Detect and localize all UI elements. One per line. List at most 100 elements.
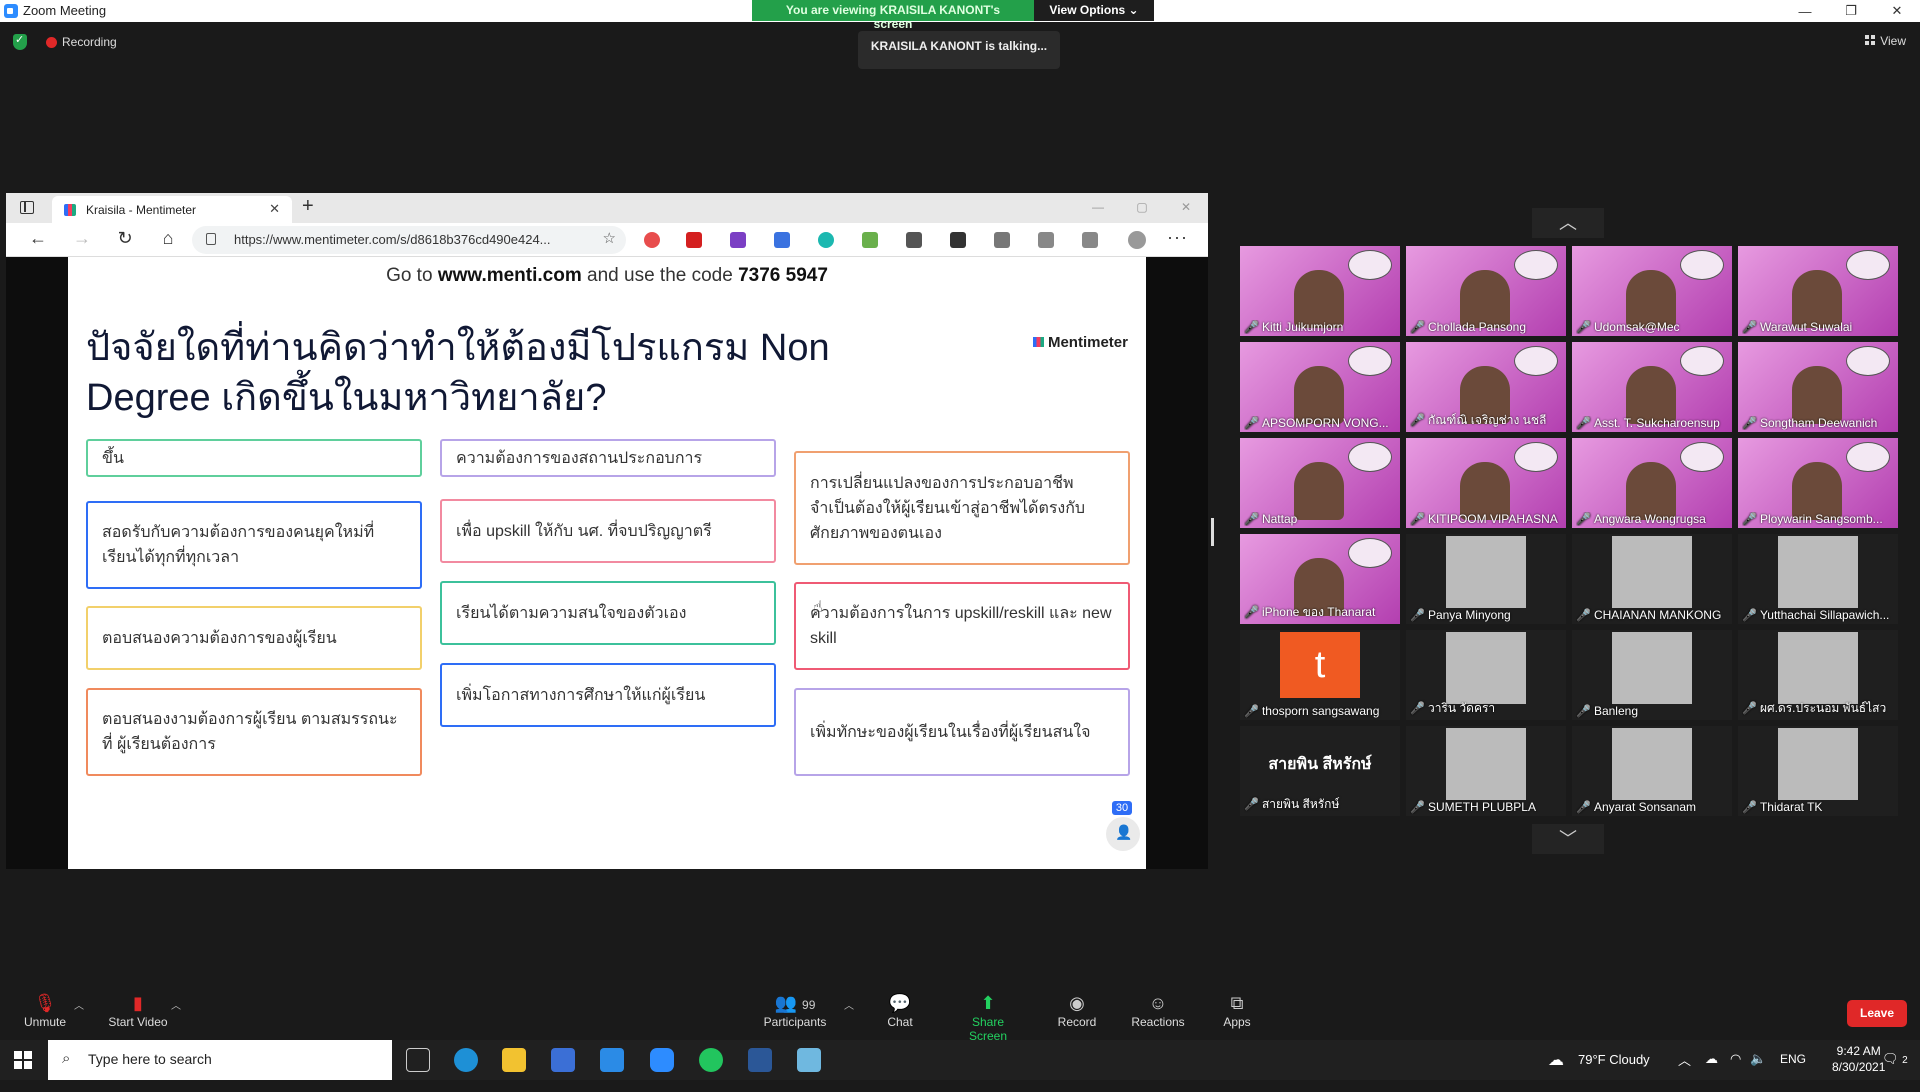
participant-tile[interactable]: 🎤 วาริน วัดครา: [1406, 630, 1566, 720]
participant-tile[interactable]: 🎤 SUMETH PLUBPLA: [1406, 726, 1566, 816]
response-card: เพิ่มโอกาสทางการศึกษาให้แก่ผู้เรียน: [440, 663, 776, 727]
video-options-caret[interactable]: ︿: [171, 997, 181, 1012]
home-button[interactable]: ⌂: [156, 228, 180, 249]
participant-tile[interactable]: 🎤 Asst. T. Sukcharoensup: [1572, 342, 1732, 432]
muted-mic-icon: 🎤: [1742, 416, 1757, 430]
zoom-taskbar-icon[interactable]: [650, 1048, 674, 1072]
forward-button[interactable]: →: [70, 228, 94, 249]
tab-actions-icon[interactable]: [20, 201, 34, 214]
participants-button[interactable]: 👥 99 Participants: [760, 993, 830, 1029]
view-options-button[interactable]: View Options ⌄: [1034, 0, 1154, 21]
participant-tile[interactable]: 🎤 iPhone ของ Thanarat: [1240, 534, 1400, 624]
view-button[interactable]: View: [1865, 34, 1906, 48]
apps-button[interactable]: ⧉ Apps: [1202, 993, 1272, 1029]
line-icon[interactable]: [699, 1048, 723, 1072]
app-icon[interactable]: [797, 1048, 821, 1072]
download-icon[interactable]: [862, 232, 878, 248]
minimize-button[interactable]: —: [1782, 0, 1828, 22]
extension-red-icon[interactable]: [644, 232, 660, 248]
participant-tile[interactable]: 🎤 Thidarat TK: [1738, 726, 1898, 816]
extension-teal-icon[interactable]: [818, 232, 834, 248]
participant-tile[interactable]: 🎤 Chollada Pansong: [1406, 246, 1566, 336]
notion-icon[interactable]: [950, 232, 966, 248]
participant-tile[interactable]: 🎤 Warawut Suwalai: [1738, 246, 1898, 336]
audio-options-caret[interactable]: ︿: [74, 997, 84, 1012]
wifi-icon[interactable]: ◠: [1730, 1051, 1741, 1091]
participant-name-text: Thidarat TK: [1759, 800, 1823, 814]
participant-tile[interactable]: 🎤 APSOMPORN VONG...: [1240, 342, 1400, 432]
store-icon[interactable]: [551, 1048, 575, 1072]
translate-icon[interactable]: [774, 232, 790, 248]
participant-tile[interactable]: 🎤 ผศ.ดร.ประนอม พันธ์ไสว: [1738, 630, 1898, 720]
gallery-down-button[interactable]: ﹀: [1532, 824, 1604, 854]
close-window-button[interactable]: ✕: [1874, 0, 1920, 22]
edge-icon[interactable]: [454, 1048, 478, 1072]
back-button[interactable]: ←: [26, 228, 50, 249]
extension-badge-icon[interactable]: [686, 232, 702, 248]
participant-tile[interactable]: 🎤 CHAIANAN MANKONG: [1572, 534, 1732, 624]
share-screen-icon: ⬆: [980, 993, 996, 1013]
onedrive-icon[interactable]: ☁: [1705, 1051, 1718, 1091]
participant-tile[interactable]: 🎤 Ploywarin Sangsomb...: [1738, 438, 1898, 528]
record-button[interactable]: ◉ Record: [1042, 993, 1112, 1029]
share-screen-button[interactable]: ⬆ Share Screen: [953, 993, 1023, 1043]
notifications-icon[interactable]: 🗨 2: [1882, 1051, 1908, 1091]
browser-tab-mentimeter[interactable]: Kraisila - Mentimeter ✕: [52, 196, 292, 223]
participant-tile[interactable]: สายพิน สีหรักษ์ 🎤 สายพิน สีหรักษ์: [1240, 726, 1400, 816]
participant-tile[interactable]: 🎤 Songtham Deewanich: [1738, 342, 1898, 432]
word-icon[interactable]: [748, 1048, 772, 1072]
system-clock[interactable]: 9:42 AM 8/30/2021: [1832, 1043, 1885, 1075]
mail-icon[interactable]: [600, 1048, 624, 1072]
participant-tile[interactable]: 🎤 Udomsak@Mec: [1572, 246, 1732, 336]
task-view-icon[interactable]: [406, 1048, 430, 1072]
extensions-puzzle-icon[interactable]: [994, 232, 1010, 248]
participant-tile[interactable]: 🎤 Kitti Juikumjorn: [1240, 246, 1400, 336]
profile-avatar[interactable]: [1128, 231, 1146, 249]
windows-start-icon[interactable]: [14, 1051, 32, 1069]
reactions-button[interactable]: ☺ Reactions: [1123, 993, 1193, 1029]
browser-menu-button[interactable]: ···: [1167, 227, 1188, 248]
participant-name: 🎤 Banleng: [1576, 704, 1728, 718]
response-card: เรียนได้ตามความสนใจของตัวเอง: [440, 581, 776, 645]
new-tab-button[interactable]: +: [302, 195, 314, 218]
security-shield-icon[interactable]: [13, 33, 27, 50]
panel-splitter-handle[interactable]: [1211, 518, 1214, 546]
tray-expand-icon[interactable]: ︿: [1678, 1050, 1691, 1090]
weather-label[interactable]: 79°F Cloudy: [1578, 1052, 1650, 1092]
tab-close-icon[interactable]: ✕: [269, 201, 280, 217]
participant-tile[interactable]: 🎤 Banleng: [1572, 630, 1732, 720]
participant-tile[interactable]: 🎤 Angwara Wongrugsa: [1572, 438, 1732, 528]
participant-tile[interactable]: 🎤 Anyarat Sonsanam: [1572, 726, 1732, 816]
clock-date: 8/30/2021: [1832, 1060, 1886, 1074]
file-explorer-icon[interactable]: [502, 1048, 526, 1072]
extension-grid-icon[interactable]: [906, 232, 922, 248]
start-video-button[interactable]: ▮ Start Video: [103, 993, 173, 1029]
language-indicator[interactable]: ENG: [1780, 1052, 1806, 1092]
participant-tile[interactable]: 🎤 Yutthachai Sillapawich...: [1738, 534, 1898, 624]
leave-button[interactable]: Leave: [1847, 1000, 1907, 1027]
participant-tile[interactable]: 🎤 กัณฑ์ณิ เจริญช่าง นชลี: [1406, 342, 1566, 432]
volume-icon[interactable]: 🔈: [1750, 1051, 1766, 1091]
participant-tile[interactable]: 🎤 Nattap: [1240, 438, 1400, 528]
browser-close-button[interactable]: ✕: [1164, 193, 1208, 221]
microphone-off-icon: 🎙: [33, 993, 57, 1013]
participant-tile[interactable]: 🎤 KITIPOOM VIPAHASNA: [1406, 438, 1566, 528]
onenote-icon[interactable]: [730, 232, 746, 248]
collections-icon[interactable]: [1082, 232, 1098, 248]
browser-minimize-button[interactable]: —: [1076, 193, 1120, 221]
participant-name: 🎤 Kitti Juikumjorn: [1244, 320, 1396, 334]
address-bar[interactable]: https://www.mentimeter.com/s/d8618b376cd…: [192, 226, 626, 254]
gallery-up-button[interactable]: ︿: [1532, 208, 1604, 238]
favorite-icon[interactable]: ☆: [603, 229, 616, 247]
weather-cloud-icon[interactable]: ☁: [1548, 1050, 1564, 1090]
participant-tile[interactable]: t 🎤 thosporn sangsawang: [1240, 630, 1400, 720]
taskbar-search[interactable]: ⌕ Type here to search: [48, 1040, 392, 1080]
browser-maximize-button[interactable]: ▢: [1120, 193, 1164, 221]
participant-tile[interactable]: 🎤 Panya Minyong: [1406, 534, 1566, 624]
unmute-button[interactable]: 🎙 Unmute: [10, 993, 80, 1029]
participants-options-caret[interactable]: ︿: [844, 997, 854, 1012]
maximize-button[interactable]: ❐: [1828, 0, 1874, 22]
reload-button[interactable]: ↻: [113, 228, 137, 249]
chat-button[interactable]: 💬 Chat: [865, 993, 935, 1029]
favorites-icon[interactable]: [1038, 232, 1054, 248]
